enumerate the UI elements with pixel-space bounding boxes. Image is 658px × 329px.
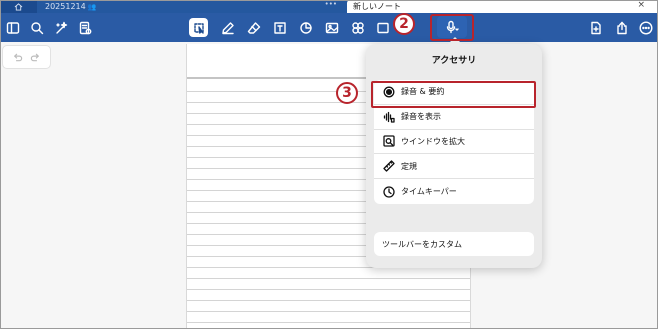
- tab-bar: 20251214 👥 ••• 新しいノート ×: [0, 0, 658, 13]
- shared-user-icon: 👥: [87, 2, 97, 11]
- menu-item-label: 定規: [401, 161, 417, 171]
- eraser-icon: [247, 21, 260, 34]
- menu-item-show-recordings[interactable]: 録音を表示: [374, 105, 534, 130]
- add-page-button[interactable]: [586, 18, 605, 37]
- close-icon[interactable]: ×: [637, 0, 645, 10]
- add-page-icon: [590, 21, 601, 34]
- ruler-icon: [382, 160, 395, 173]
- search-icon: [30, 21, 43, 34]
- pen-tool-button[interactable]: [218, 18, 237, 37]
- search-button[interactable]: [27, 18, 46, 37]
- textbox-tool-button[interactable]: [270, 18, 289, 37]
- more-icon: [638, 20, 653, 35]
- undo-redo-group: [2, 45, 51, 69]
- redo-icon[interactable]: [30, 52, 41, 63]
- clock-icon: [382, 185, 395, 198]
- menu-item-label: 録音を表示: [401, 112, 441, 122]
- callout-step-3: 3: [336, 82, 358, 104]
- callout-step-2: 2: [393, 13, 415, 35]
- screen-tool-button[interactable]: [373, 18, 392, 37]
- shape-icon: [299, 21, 312, 34]
- tab-document[interactable]: 20251214 👥 •••: [37, 0, 347, 13]
- eraser-tool-button[interactable]: [244, 18, 263, 37]
- screen-icon: [376, 22, 389, 33]
- image-tool-button[interactable]: [322, 18, 341, 37]
- lasso-icon: [193, 22, 204, 34]
- lasso-tool-button[interactable]: [189, 18, 208, 37]
- accessories-popover: アクセサリ 録音 & 要約 録音を表示 ウインドウを拡大 定規 タイムキーパー …: [366, 37, 542, 268]
- pen-icon: [221, 21, 234, 34]
- share-icon: [616, 21, 627, 34]
- tab-drag-dots: •••: [324, 0, 337, 8]
- menu-item-zoom-window[interactable]: ウインドウを拡大: [374, 130, 534, 155]
- menu-item-ruler[interactable]: 定規: [374, 154, 534, 180]
- sidebar-icon: [6, 21, 19, 34]
- magic-wand-icon: [55, 21, 67, 34]
- shape-tool-button[interactable]: [296, 18, 315, 37]
- sidebar-button[interactable]: [3, 18, 22, 37]
- menu-item-label: ウインドウを拡大: [401, 136, 465, 146]
- textbox-icon: [273, 21, 286, 34]
- note-list-button[interactable]: [75, 18, 94, 37]
- undo-icon[interactable]: [12, 52, 23, 63]
- elements-tool-button[interactable]: [348, 18, 367, 37]
- image-icon: [325, 22, 338, 33]
- menu-item-timekeeper[interactable]: タイムキーパー: [374, 179, 534, 204]
- customize-toolbar-item[interactable]: ツールバーをカスタム: [374, 232, 534, 256]
- callout-highlight-mic: [430, 14, 474, 41]
- customize-toolbar-label: ツールバーをカスタム: [382, 239, 462, 249]
- tab-new-note-title: 新しいノート: [353, 2, 401, 11]
- home-icon: [14, 2, 23, 11]
- tab-new-note[interactable]: 新しいノート ×: [347, 0, 658, 13]
- more-button[interactable]: [636, 18, 655, 37]
- note-list-icon: [79, 21, 91, 34]
- elements-icon: [351, 21, 364, 34]
- main-toolbar: [0, 13, 658, 42]
- popover-title: アクセサリ: [431, 56, 477, 66]
- menu-item-label: タイムキーパー: [401, 187, 457, 197]
- waveform-icon: [382, 110, 395, 123]
- tab-document-title: 20251214: [45, 2, 86, 11]
- share-button[interactable]: [612, 18, 631, 37]
- callout-highlight-record: [371, 81, 536, 108]
- zoom-window-icon: [382, 135, 395, 148]
- ai-assist-button[interactable]: [51, 18, 70, 37]
- tab-home[interactable]: [0, 0, 37, 13]
